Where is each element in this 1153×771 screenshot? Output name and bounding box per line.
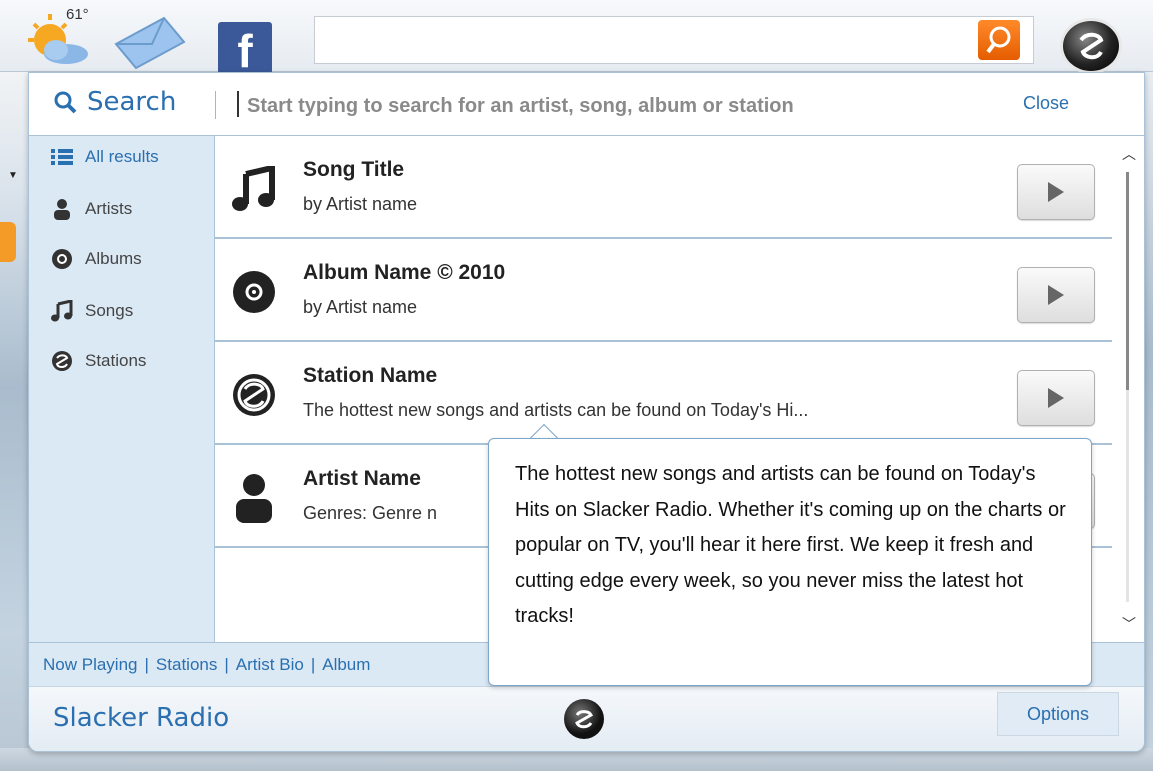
result-subtitle: by Artist name — [303, 194, 418, 214]
music-note-icon — [51, 300, 73, 322]
close-button[interactable]: Close — [1023, 93, 1069, 114]
play-button[interactable] — [1017, 370, 1095, 426]
result-subtitle: by Artist name — [303, 297, 418, 317]
nav-links: Now Playing | Stations | Artist Bio | Album — [43, 655, 370, 675]
station-description-tooltip: The hottest new songs and artists can be… — [488, 438, 1092, 686]
nav-separator: | — [310, 655, 316, 674]
weather-temperature: 61° — [66, 6, 89, 23]
slacker-logo-icon[interactable] — [564, 699, 604, 739]
app-name: Slacker Radio — [53, 703, 230, 733]
person-icon — [229, 473, 279, 523]
nav-now-playing[interactable]: Now Playing — [43, 655, 138, 674]
tooltip-text: The hottest new songs and artists can be… — [515, 463, 1066, 627]
play-button[interactable] — [1017, 267, 1095, 323]
sidebar-item-songs[interactable]: Songs — [51, 300, 133, 322]
result-title: Song Title — [303, 158, 405, 181]
mail-icon[interactable] — [112, 14, 188, 70]
dropdown-arrow-icon[interactable]: ▼ — [8, 170, 18, 181]
disc-icon — [229, 267, 279, 317]
nav-album[interactable]: Album — [322, 655, 370, 674]
scroll-up-icon[interactable]: ︿ — [1122, 144, 1136, 164]
play-button[interactable] — [1017, 164, 1095, 220]
browser-toolbar: 61° f — [0, 0, 1153, 74]
search-icon — [54, 91, 77, 114]
slacker-logo-icon[interactable] — [1060, 18, 1122, 74]
result-title: Artist Name — [303, 467, 421, 490]
music-note-icon — [229, 164, 279, 214]
result-row-album[interactable]: Album Name © 2010 by Artist name — [215, 239, 1112, 342]
scroll-thumb[interactable] — [1126, 172, 1129, 390]
filter-sidebar: All results Artists Albums Songs Station… — [29, 136, 215, 642]
scroll-down-icon[interactable]: ﹀ — [1122, 614, 1136, 634]
facebook-icon[interactable]: f — [218, 22, 272, 74]
sidebar-item-artists[interactable]: Artists — [51, 198, 132, 220]
nav-stations[interactable]: Stations — [156, 655, 217, 674]
search-label: Search — [53, 87, 176, 117]
toolbar-search-input[interactable] — [314, 16, 1034, 64]
nav-artist-bio[interactable]: Artist Bio — [236, 655, 304, 674]
result-subtitle: The hottest new songs and artists can be… — [303, 400, 809, 420]
app-footer: Slacker Radio Options — [29, 686, 1144, 751]
play-icon — [1048, 285, 1064, 305]
background-window-left: ▼ — [0, 72, 30, 771]
disc-icon — [51, 248, 73, 270]
result-row-song[interactable]: Song Title by Artist name — [215, 136, 1112, 239]
sidebar-item-stations[interactable]: Stations — [51, 350, 146, 372]
result-title: Album Name © 2010 — [303, 261, 506, 284]
person-icon — [51, 198, 73, 220]
results-scrollbar[interactable]: ︿ ﹀ — [1114, 136, 1144, 642]
nav-separator: | — [224, 655, 229, 674]
search-separator — [215, 91, 216, 119]
search-go-icon[interactable] — [978, 20, 1020, 60]
result-title: Station Name — [303, 364, 438, 387]
sidebar-item-all-results[interactable]: All results — [51, 146, 159, 168]
sidebar-item-albums[interactable]: Albums — [51, 248, 142, 270]
rss-icon — [0, 222, 16, 262]
play-icon — [1048, 182, 1064, 202]
text-cursor — [237, 91, 239, 117]
list-icon — [51, 146, 73, 168]
station-icon — [51, 350, 73, 372]
result-row-station[interactable]: Station Name The hottest new songs and a… — [215, 342, 1112, 445]
station-icon — [229, 370, 279, 420]
search-header: Search Close — [29, 73, 1144, 136]
search-input[interactable] — [247, 91, 987, 121]
nav-separator: | — [144, 655, 149, 674]
options-button[interactable]: Options — [997, 692, 1119, 736]
play-icon — [1048, 388, 1064, 408]
